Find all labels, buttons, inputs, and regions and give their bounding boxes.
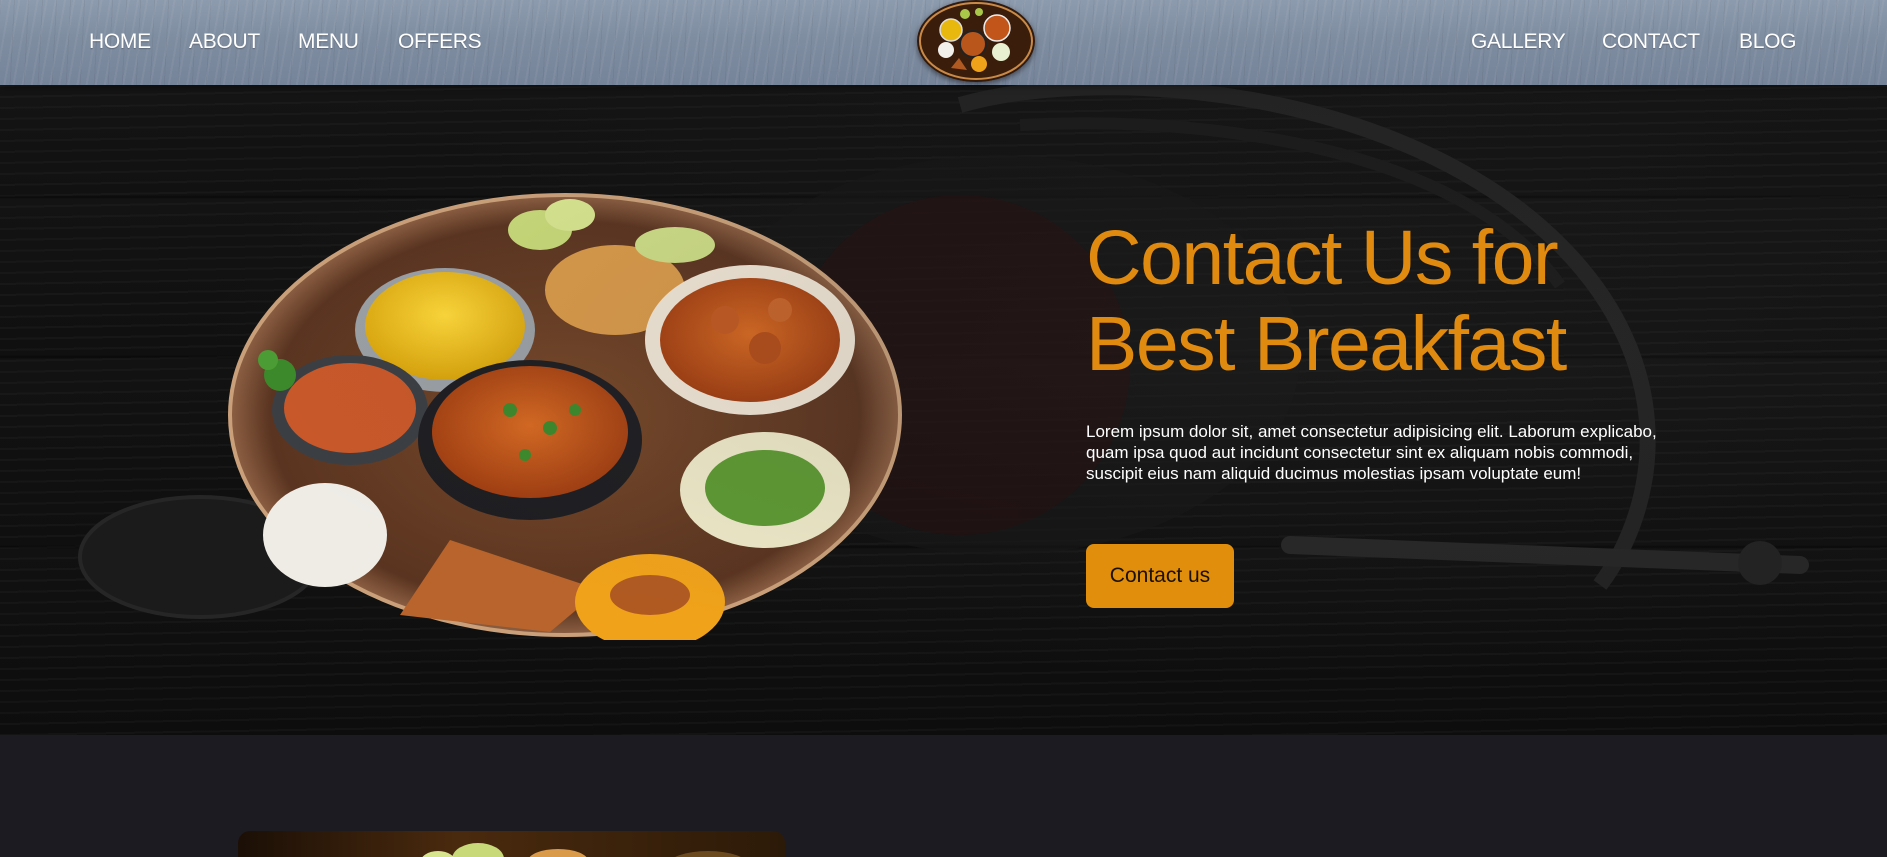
hero-overlay — [0, 85, 1887, 735]
food-platter-logo-icon — [919, 2, 1033, 80]
food-card-image-preview — [238, 831, 785, 857]
nav-gallery-link[interactable]: GALLERY — [1471, 30, 1566, 54]
hero-description: Lorem ipsum dolor sit, amet consectetur … — [1086, 422, 1657, 483]
site-logo[interactable] — [917, 0, 1035, 82]
contact-us-button[interactable]: Contact us — [1086, 544, 1234, 608]
hero-title-line2: Best Breakfast — [1086, 301, 1567, 387]
nav-blog-link[interactable]: BLOG — [1739, 30, 1796, 54]
food-card-image — [422, 843, 741, 857]
hero-section: Contact Us for Best Breakfast Lorem ipsu… — [0, 85, 1887, 735]
nav-about-link[interactable]: ABOUT — [189, 30, 260, 54]
hero-title-line1: Contact Us for — [1086, 215, 1559, 301]
nav-menu-link[interactable]: MENU — [298, 30, 359, 54]
nav-offers-link[interactable]: OFFERS — [398, 30, 482, 54]
navbar: HOME ABOUT MENU OFFERS GALLERY CONTACT B… — [0, 0, 1887, 85]
nav-contact-link[interactable]: CONTACT — [1602, 30, 1700, 54]
hero-title: Contact Us for Best Breakfast — [1086, 215, 1646, 387]
page: HOME ABOUT MENU OFFERS GALLERY CONTACT B… — [0, 0, 1887, 857]
nav-home-link[interactable]: HOME — [89, 30, 151, 54]
